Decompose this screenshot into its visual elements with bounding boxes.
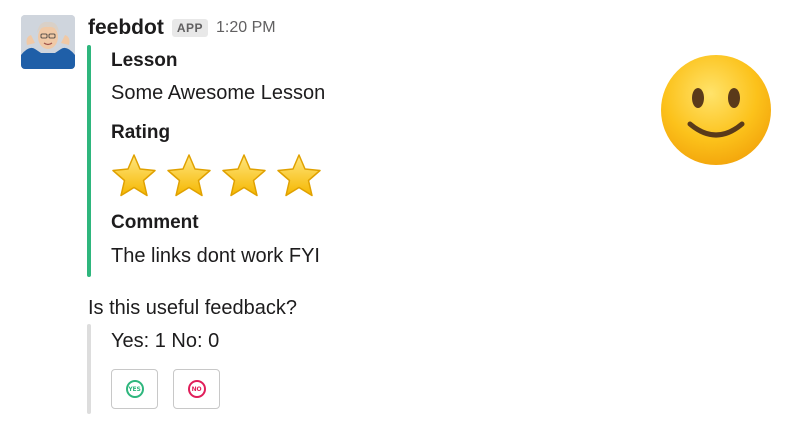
star-icon <box>275 152 323 200</box>
app-badge: APP <box>171 19 209 37</box>
poll-question: Is this useful feedback? <box>88 297 298 319</box>
slightly-smiling-face-icon <box>660 54 772 166</box>
avatar[interactable] <box>21 15 75 69</box>
field-title-rating: Rating <box>111 122 171 143</box>
yes-icon: YES <box>125 380 144 398</box>
message-timestamp[interactable]: 1:20 PM <box>216 19 276 37</box>
rating-stars <box>110 152 323 200</box>
star-icon <box>165 152 213 200</box>
field-title-lesson: Lesson <box>111 50 178 71</box>
no-icon: NO <box>187 380 206 398</box>
star-icon <box>220 152 268 200</box>
message-header: feebdot APP 1:20 PM <box>88 13 276 43</box>
field-title-comment: Comment <box>111 212 199 233</box>
sender-name[interactable]: feebdot <box>88 16 164 40</box>
poll-counts: Yes: 1 No: 0 <box>111 330 220 352</box>
field-value-lesson: Some Awesome Lesson <box>111 82 326 104</box>
field-value-comment: The links dont work FYI <box>111 245 320 267</box>
yes-button[interactable]: YES <box>111 369 158 409</box>
star-icon <box>110 152 158 200</box>
poll-color-bar <box>87 324 91 414</box>
attachment-color-bar <box>87 45 91 277</box>
no-button[interactable]: NO <box>173 369 220 409</box>
